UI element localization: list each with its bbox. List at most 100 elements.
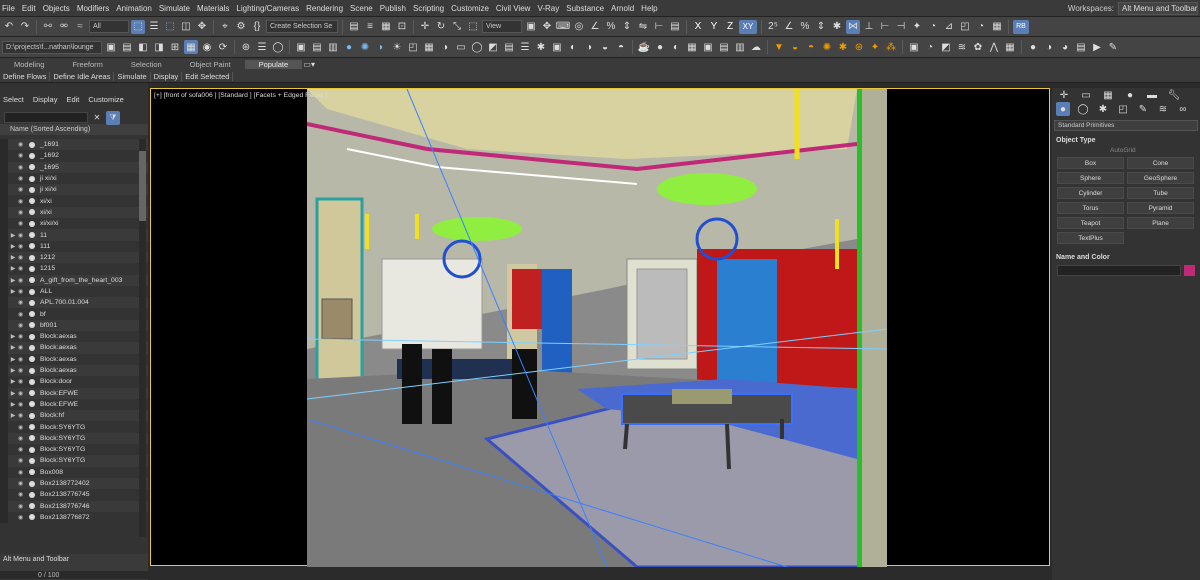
expand-arrow-icon[interactable]: ▶ (8, 243, 18, 250)
menu-arnold[interactable]: Arnold (611, 4, 641, 13)
cone-button[interactable]: Cone (1127, 157, 1194, 169)
display-button[interactable]: Display (151, 71, 183, 81)
textplus-button[interactable]: TextPlus (1057, 232, 1124, 244)
menu-substance[interactable]: Substance (566, 4, 611, 13)
normal-align-icon[interactable]: ⊣ (894, 20, 908, 34)
vray-sun-icon[interactable]: ☀ (390, 40, 404, 54)
freeze-dot-icon[interactable] (29, 141, 35, 148)
material-swatch-icon[interactable]: ◑ (1042, 40, 1056, 54)
mixer-icon[interactable]: ◕ (1058, 40, 1072, 54)
render-setup-icon[interactable]: ▦ (990, 20, 1004, 34)
unlink-icon[interactable]: ⚮ (57, 20, 71, 34)
tree-row[interactable]: ▶ ◉ 111 (0, 240, 148, 252)
tree-row[interactable]: ◉ _1692 (0, 150, 148, 162)
tree-row[interactable]: ◉ bf (0, 308, 148, 320)
cameras-icon[interactable]: ◰ (1116, 102, 1130, 116)
tree-row[interactable]: ▶ ◉ 11 (0, 229, 148, 241)
lamp-5-icon[interactable]: ✱ (836, 40, 850, 54)
freeze-dot-icon[interactable] (29, 164, 35, 171)
freeze-dot-icon[interactable] (29, 299, 35, 306)
viewport-label[interactable]: [+] [front of sofa006 ] [Standard ] [Fac… (154, 92, 327, 99)
expand-arrow-icon[interactable]: ▶ (8, 254, 18, 261)
workspace-dropdown[interactable]: Alt Menu and Toolbar (1118, 2, 1198, 15)
autogrid-checkbox[interactable]: AutoGrid (1110, 147, 1200, 154)
freeze-dot-icon[interactable] (29, 209, 35, 216)
open-file-icon[interactable]: ▤ (120, 40, 134, 54)
lamp-1-icon[interactable]: ▼ (772, 40, 786, 54)
axis-xy-button[interactable]: XY (739, 19, 757, 34)
freeze-dot-icon[interactable] (29, 401, 35, 408)
freeze-dot-icon[interactable] (29, 232, 35, 239)
visibility-eye-icon[interactable]: ◉ (18, 480, 26, 487)
freeze-dot-icon[interactable] (29, 152, 35, 159)
video-icon[interactable]: ▶ (1090, 40, 1104, 54)
freeze-dot-icon[interactable] (29, 491, 35, 498)
tree-row[interactable]: ◉ xi/xi (0, 195, 148, 207)
place-highlight-icon[interactable]: ✦ (910, 20, 924, 34)
material-ball-icon[interactable]: ● (653, 40, 667, 54)
scrollbar-thumb[interactable] (139, 151, 146, 221)
align-2-icon[interactable]: ⊥ (862, 20, 876, 34)
lamp-7-icon[interactable]: ✦ (868, 40, 882, 54)
vray-scatter-icon[interactable]: ◓ (614, 40, 628, 54)
tab-modeling[interactable]: Modeling (0, 60, 58, 69)
se-menu-customize[interactable]: Customize (88, 95, 123, 104)
menu-customize[interactable]: Customize (451, 4, 496, 13)
se-menu-select[interactable]: Select (3, 95, 24, 104)
vray-toon-icon[interactable]: ◐ (566, 40, 580, 54)
select-object-icon[interactable]: ⬚ (131, 19, 145, 34)
material-editor-icon[interactable]: ◔ (974, 20, 988, 34)
tree-row[interactable]: ▶ ◉ ALL (0, 285, 148, 298)
angle-snap-icon[interactable]: ∠ (588, 20, 602, 34)
expand-arrow-icon[interactable]: ▶ (8, 367, 18, 374)
menu-materials[interactable]: Materials (197, 4, 236, 13)
rb-button[interactable]: RB (1013, 19, 1029, 34)
tree-row[interactable]: ◉ Box2138776872 (0, 511, 148, 524)
freeze-dot-icon[interactable] (29, 480, 35, 487)
visibility-eye-icon[interactable]: ◉ (18, 198, 26, 205)
visibility-eye-icon[interactable]: ◉ (18, 401, 26, 408)
tree-row[interactable]: ◉ bf001 (0, 319, 148, 332)
hair-icon[interactable]: ≋ (955, 40, 969, 54)
pin-icon[interactable]: ✎ (1106, 40, 1120, 54)
freeze-dot-icon[interactable] (29, 277, 35, 284)
cloth-icon[interactable]: ◩ (939, 40, 953, 54)
folder-icon[interactable]: ▣ (104, 40, 118, 54)
simulate-button[interactable]: Simulate (114, 71, 151, 81)
expand-arrow-icon[interactable]: ▶ (8, 356, 18, 363)
curly-brace-icon[interactable]: {} (250, 20, 264, 34)
tree-row[interactable]: ▶ ◉ Block:hf (0, 410, 148, 422)
freeze-dot-icon[interactable] (29, 344, 35, 351)
visibility-eye-icon[interactable]: ◉ (18, 491, 26, 498)
define-flows-button[interactable]: Define Flows (0, 71, 51, 81)
vray-physcam-icon[interactable]: ▣ (550, 40, 564, 54)
freeze-dot-icon[interactable] (29, 243, 35, 250)
tree-row[interactable]: ◉ xi/xi (0, 206, 148, 219)
tree-row[interactable]: ▶ ◉ Block:aexas (0, 342, 148, 354)
menu-civil-view[interactable]: Civil View (496, 4, 538, 13)
cylinder-button[interactable]: Cylinder (1057, 187, 1124, 199)
geosphere-button[interactable]: GeoSphere (1127, 172, 1194, 184)
reference-coord-dropdown[interactable]: View (482, 20, 522, 33)
tree-row[interactable]: ◉ _1695 (0, 161, 148, 173)
freeze-dot-icon[interactable] (29, 220, 35, 227)
primitive-type-dropdown[interactable]: Standard Primitives (1054, 120, 1198, 131)
visibility-eye-icon[interactable]: ◉ (18, 299, 26, 306)
visibility-eye-icon[interactable]: ◉ (18, 424, 26, 431)
freeze-dot-icon[interactable] (29, 514, 35, 521)
menu-modifiers[interactable]: Modifiers (77, 4, 116, 13)
vray-ipr-icon[interactable]: ▥ (326, 40, 340, 54)
tree-row[interactable]: ▶ ◉ 1212 (0, 251, 148, 264)
freeze-dot-icon[interactable] (29, 378, 35, 385)
utilities-tab-icon[interactable]: 🔧︎ (1167, 88, 1181, 102)
select-move-icon[interactable]: ✥ (195, 20, 209, 34)
vray-sphere-icon[interactable]: ◯ (470, 40, 484, 54)
tree-row[interactable]: ◉ Box2138776745 (0, 489, 148, 501)
select-manipulate-icon[interactable]: ✥ (540, 20, 554, 34)
tree-row[interactable]: ▶ ◉ 1215 (0, 263, 148, 275)
window-crossing-icon[interactable]: ◫ (179, 20, 193, 34)
viewport[interactable]: [+] [front of sofa006 ] [Standard ] [Fac… (150, 88, 1050, 567)
vray-light-icon[interactable]: ● (342, 40, 356, 54)
systems-icon[interactable]: ∞ (1176, 102, 1190, 116)
expand-arrow-icon[interactable]: ▶ (8, 390, 18, 397)
